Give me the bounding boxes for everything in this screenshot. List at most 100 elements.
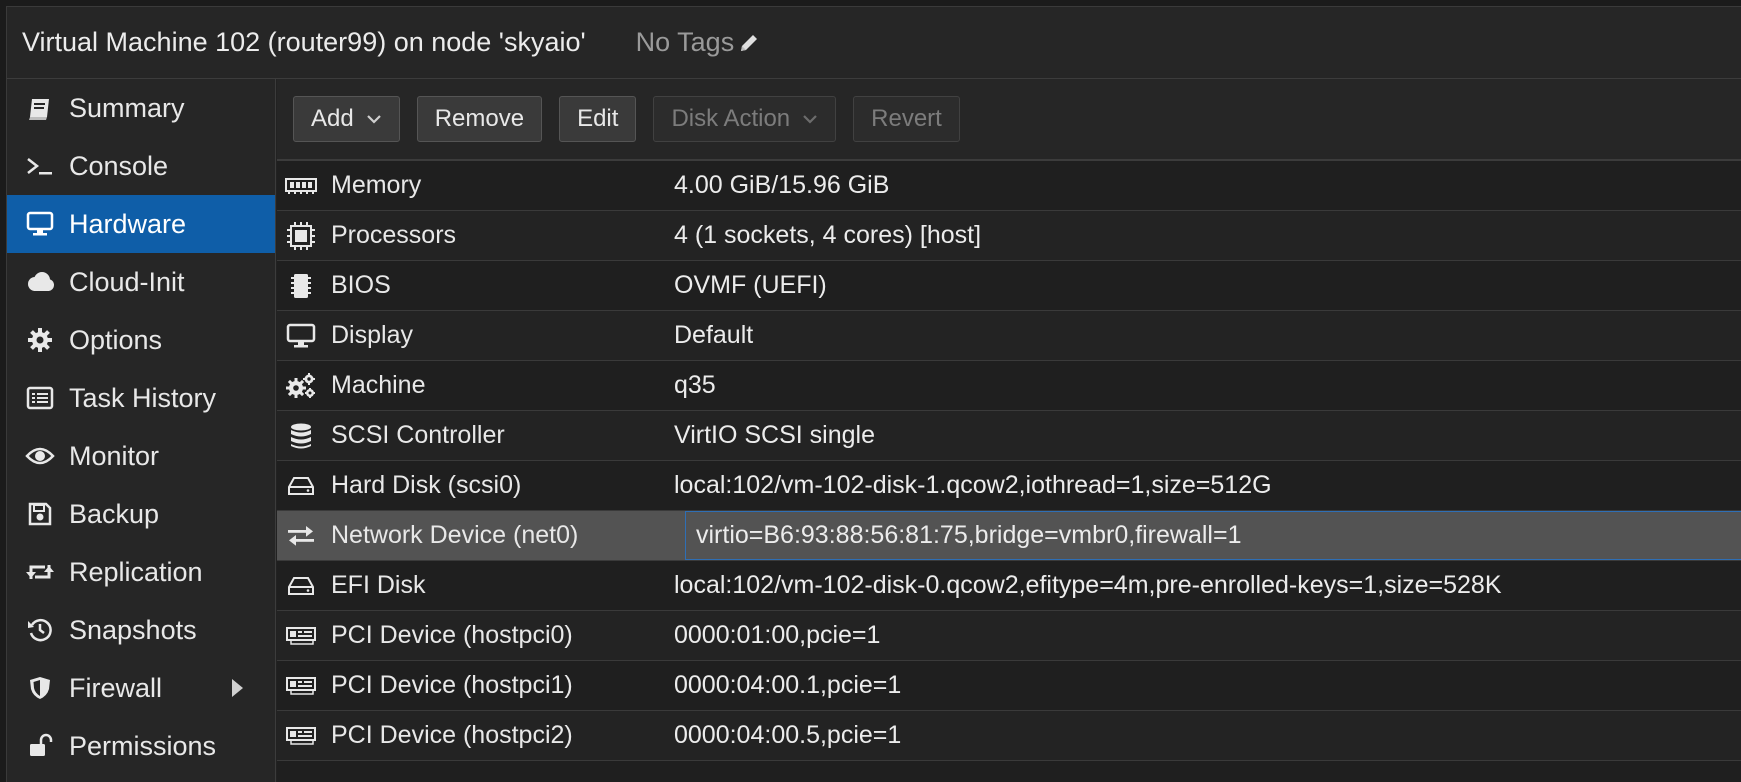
hardware-row-value: 0000:04:00.1,pcie=1 <box>674 671 902 699</box>
pci-card-icon <box>283 621 319 651</box>
hardware-row-name: Hard Disk (scsi0) <box>331 471 522 499</box>
pencil-icon[interactable] <box>738 32 760 54</box>
hdd-icon <box>283 571 319 601</box>
sidebar-item-label: Console <box>69 150 169 181</box>
hardware-row-value: 0000:01:00,pcie=1 <box>674 621 881 649</box>
hardware-row-name: PCI Device (hostpci0) <box>331 621 573 649</box>
hardware-row-name: Processors <box>331 221 457 249</box>
gear-icon <box>23 325 57 355</box>
sidebar-item-label: Snapshots <box>69 614 197 645</box>
hardware-row-name: Network Device (net0) <box>331 521 579 549</box>
floppy-icon <box>23 499 57 529</box>
cpu-icon <box>283 221 319 251</box>
sidebar-item-console[interactable]: Console <box>7 137 275 195</box>
hardware-row-value: virtio=B6:93:88:56:81:75,bridge=vmbr0,fi… <box>685 511 1741 560</box>
sidebar-item-label: Backup <box>69 498 160 529</box>
tags-label: No Tags <box>635 27 735 57</box>
hdd-icon <box>283 471 319 501</box>
database-icon <box>283 421 319 451</box>
hardware-grid: Memory 4.00 GiB/15.96 GiB Processors 4 (… <box>277 161 1741 761</box>
microchip-icon <box>283 271 319 301</box>
sidebar-item-label: Summary <box>69 92 185 123</box>
hardware-row-machine[interactable]: Machine q35 <box>277 361 1741 411</box>
chevron-down-icon <box>366 115 381 124</box>
hardware-row-name: Machine <box>331 371 426 399</box>
exchange-icon <box>283 521 319 551</box>
hardware-row-pci-hostpci0[interactable]: PCI Device (hostpci0) 0000:01:00,pcie=1 <box>277 611 1741 661</box>
hardware-row-value: 4.00 GiB/15.96 GiB <box>674 171 890 199</box>
desktop-icon <box>283 321 319 351</box>
hardware-row-name: Memory <box>331 171 422 199</box>
pci-card-icon <box>283 721 319 751</box>
hardware-row-name: EFI Disk <box>331 571 426 599</box>
sidebar-item-firewall[interactable]: Firewall <box>7 659 275 717</box>
sidebar-item-monitor[interactable]: Monitor <box>7 427 275 485</box>
edit-button-label: Edit <box>577 105 619 132</box>
toolbar: Add Remove Edit Disk Action Revert <box>277 79 1741 161</box>
hardware-row-name: BIOS <box>331 271 391 299</box>
hardware-row-network-device[interactable]: Network Device (net0) virtio=B6:93:88:56… <box>277 511 1741 561</box>
list-icon <box>23 383 57 413</box>
sidebar-item-label: Options <box>69 324 163 355</box>
history-icon <box>23 615 57 645</box>
sidebar-item-cloud-init[interactable]: Cloud-Init <box>7 253 275 311</box>
cogs-icon <box>283 371 319 401</box>
hardware-row-pci-hostpci1[interactable]: PCI Device (hostpci1) 0000:04:00.1,pcie=… <box>277 661 1741 711</box>
desktop-icon <box>23 209 57 239</box>
hardware-row-bios[interactable]: BIOS OVMF (UEFI) <box>277 261 1741 311</box>
chevron-down-icon <box>803 115 817 124</box>
hardware-row-memory[interactable]: Memory 4.00 GiB/15.96 GiB <box>277 161 1741 211</box>
terminal-icon <box>23 151 57 181</box>
hardware-row-display[interactable]: Display Default <box>277 311 1741 361</box>
disk-action-button[interactable]: Disk Action <box>653 96 837 142</box>
sidebar-item-backup[interactable]: Backup <box>7 485 275 543</box>
disk-action-label: Disk Action <box>671 105 791 132</box>
hardware-row-value: 0000:04:00.5,pcie=1 <box>674 721 902 749</box>
sidebar-item-summary[interactable]: Summary <box>7 79 275 137</box>
sidebar-item-label: Replication <box>69 556 203 587</box>
sidebar-item-label: Hardware <box>69 208 187 239</box>
sidebar-item-permissions[interactable]: Permissions <box>7 717 275 775</box>
sidebar-item-options[interactable]: Options <box>7 311 275 369</box>
remove-button-label: Remove <box>434 105 525 132</box>
hardware-row-value: OVMF (UEFI) <box>674 271 827 299</box>
revert-button[interactable]: Revert <box>853 96 960 142</box>
unlock-icon <box>23 731 57 761</box>
sidebar-item-task-history[interactable]: Task History <box>7 369 275 427</box>
sidebar-item-snapshots[interactable]: Snapshots <box>7 601 275 659</box>
hardware-row-name: PCI Device (hostpci2) <box>331 721 573 749</box>
sidebar-item-replication[interactable]: Replication <box>7 543 275 601</box>
tags-area[interactable]: No Tags <box>636 27 761 58</box>
hardware-row-efi-disk[interactable]: EFI Disk local:102/vm-102-disk-0.qcow2,e… <box>277 561 1741 611</box>
sidebar-item-label: Task History <box>69 382 217 413</box>
panel-header: Virtual Machine 102 (router99) on node '… <box>7 7 1741 79</box>
hardware-row-hard-disk[interactable]: Hard Disk (scsi0) local:102/vm-102-disk-… <box>277 461 1741 511</box>
sidebar-item-label: Monitor <box>69 440 160 471</box>
hardware-row-value: local:102/vm-102-disk-1.qcow2,iothread=1… <box>674 471 1272 499</box>
vm-panel: Virtual Machine 102 (router99) on node '… <box>6 6 1741 782</box>
sidebar-nav: Summary Console Hardware Cloud-Init Opti… <box>7 79 276 782</box>
hardware-panel: Add Remove Edit Disk Action Revert Memor… <box>277 79 1741 782</box>
hardware-row-processors[interactable]: Processors 4 (1 sockets, 4 cores) [host] <box>277 211 1741 261</box>
page-title: Virtual Machine 102 (router99) on node '… <box>22 27 586 57</box>
retweet-icon <box>23 557 57 587</box>
hardware-row-value: q35 <box>674 371 716 399</box>
remove-button[interactable]: Remove <box>416 96 543 142</box>
hardware-row-name: SCSI Controller <box>331 421 505 449</box>
hardware-row-name: PCI Device (hostpci1) <box>331 671 573 699</box>
edit-button[interactable]: Edit <box>559 96 637 142</box>
expand-arrow-icon[interactable] <box>232 679 243 697</box>
eye-icon <box>23 441 57 471</box>
revert-button-label: Revert <box>871 105 942 132</box>
sidebar-item-label: Firewall <box>69 672 163 703</box>
hardware-row-scsi-controller[interactable]: SCSI Controller VirtIO SCSI single <box>277 411 1741 461</box>
add-button[interactable]: Add <box>293 96 400 142</box>
shield-icon <box>23 673 57 703</box>
hardware-row-pci-hostpci2[interactable]: PCI Device (hostpci2) 0000:04:00.5,pcie=… <box>277 711 1741 761</box>
add-button-label: Add <box>311 105 354 132</box>
memory-icon <box>283 171 319 201</box>
sidebar-item-label: Cloud-Init <box>69 266 185 297</box>
sidebar-item-hardware[interactable]: Hardware <box>7 195 275 253</box>
cloud-icon <box>23 267 57 297</box>
hardware-row-value: Default <box>674 321 754 349</box>
